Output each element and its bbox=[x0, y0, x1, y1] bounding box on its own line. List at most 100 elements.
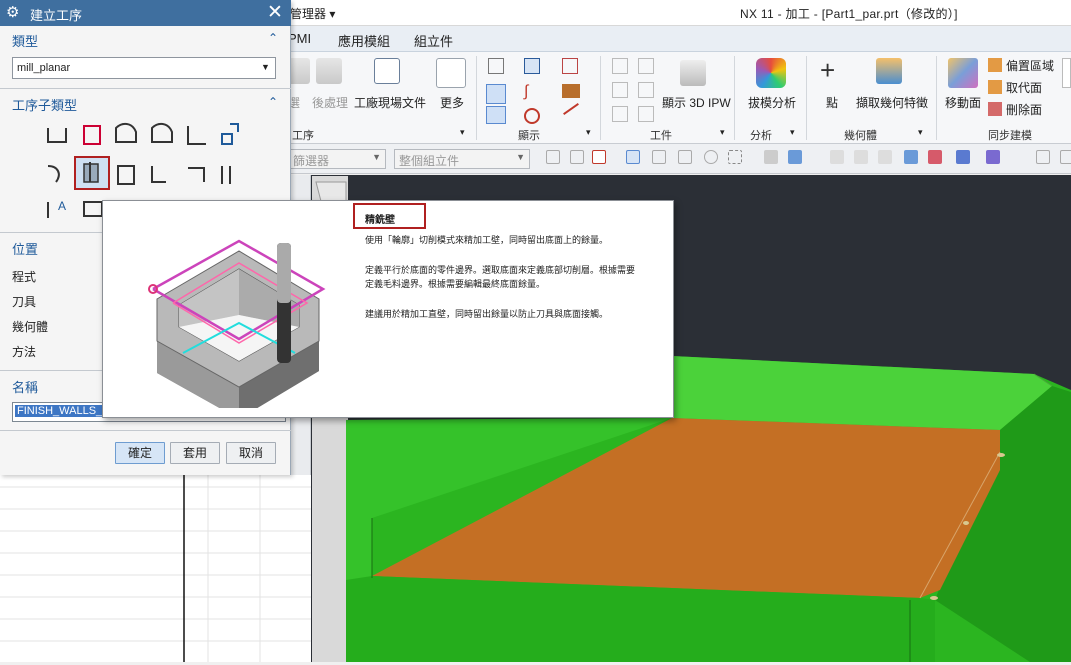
svg-text:A: A bbox=[58, 199, 66, 213]
workpiece-icon[interactable] bbox=[612, 58, 628, 74]
workpiece-icon[interactable] bbox=[612, 82, 628, 98]
tooltip-line-1: 使用「輪廓」切削模式來精加工壁，同時留出底面上的餘量。 bbox=[365, 235, 609, 245]
dropdown-arrow-icon[interactable]: ▼ bbox=[261, 62, 270, 72]
close-icon[interactable]: ✕ bbox=[267, 1, 283, 24]
axis-icon[interactable] bbox=[1036, 150, 1050, 164]
cancel-button[interactable]: 取消 bbox=[226, 442, 276, 464]
dialog-title: 建立工序 bbox=[30, 8, 83, 23]
path-icon[interactable] bbox=[562, 58, 578, 74]
program-label: 程式 bbox=[12, 270, 37, 284]
scope-filter-combo[interactable]: 整個組立件 ▼ bbox=[394, 149, 530, 169]
snap-icon[interactable] bbox=[704, 150, 718, 164]
more-icon[interactable] bbox=[436, 58, 466, 88]
render-cube-icon[interactable] bbox=[986, 150, 1000, 164]
offset-region-label[interactable]: 偏置區域 bbox=[1006, 57, 1054, 74]
hatch-icon[interactable] bbox=[486, 84, 506, 104]
point-plus-icon[interactable]: + bbox=[820, 57, 846, 84]
geometry-label: 幾何體 bbox=[12, 320, 49, 334]
shop-document-label[interactable]: 工廠現場文件 bbox=[354, 94, 426, 111]
replace-face-icon[interactable] bbox=[988, 80, 1002, 94]
draft-analysis-icon[interactable] bbox=[756, 58, 786, 88]
tab-assemblies[interactable]: 組立件 bbox=[414, 31, 453, 50]
type-filter-value: 篩選器 bbox=[293, 154, 330, 168]
render-cube-icon[interactable] bbox=[956, 150, 970, 164]
group-display: 顯示 bbox=[518, 130, 540, 142]
ipw-icon[interactable] bbox=[680, 60, 706, 86]
more-label[interactable]: 更多 bbox=[440, 94, 464, 111]
shop-document-icon[interactable] bbox=[374, 58, 400, 84]
offset-region-icon[interactable] bbox=[988, 58, 1002, 72]
subtype-tooltip: 精銑壁 使用「輪廓」切削模式來精加工壁，同時留出底面上的餘量。 定義平行於底面的… bbox=[102, 200, 674, 418]
render-cube-icon[interactable] bbox=[830, 150, 844, 164]
type-select[interactable]: mill_planar ▼ bbox=[12, 57, 276, 79]
chevron-down-icon[interactable]: ▾ bbox=[720, 127, 725, 138]
replace-face-label[interactable]: 取代面 bbox=[1006, 79, 1042, 96]
group-geometry: 幾何體 bbox=[844, 130, 877, 142]
workpiece-icon[interactable] bbox=[612, 106, 628, 122]
tooltip-title: 精銑壁 bbox=[365, 215, 395, 226]
chevron-down-icon[interactable]: ▾ bbox=[918, 127, 923, 138]
box-select-icon[interactable] bbox=[728, 150, 742, 164]
group-analysis: 分析 bbox=[750, 130, 772, 142]
render-cube-icon[interactable] bbox=[904, 150, 918, 164]
delete-face-icon[interactable] bbox=[988, 102, 1002, 116]
nav-manager-label[interactable]: 管理器 ▾ bbox=[290, 5, 335, 22]
type-select-value: mill_planar bbox=[17, 62, 71, 74]
move-face-icon[interactable] bbox=[948, 58, 978, 88]
chevron-down-icon[interactable]: ▾ bbox=[790, 127, 795, 138]
scope-filter-value: 整個組立件 bbox=[399, 154, 460, 168]
draft-analysis-label[interactable]: 拔模分析 bbox=[748, 94, 796, 111]
workpiece-icon[interactable] bbox=[638, 58, 654, 74]
select-plus-icon[interactable] bbox=[592, 150, 606, 164]
window-title: NX 11 - 加工 - [Part1_par.prt（修改的）] bbox=[740, 7, 958, 21]
divider bbox=[0, 88, 291, 89]
settings-gear-icon[interactable]: ⚙ bbox=[6, 3, 19, 21]
snap-icon[interactable] bbox=[570, 150, 584, 164]
position-section-header[interactable]: 位置 bbox=[12, 239, 38, 258]
render-cube-icon[interactable] bbox=[928, 150, 942, 164]
subtype-section-header[interactable]: 工序子類型 bbox=[12, 95, 77, 114]
workpiece-icon[interactable] bbox=[638, 106, 654, 122]
tool-icon[interactable] bbox=[562, 84, 580, 98]
snap-icon[interactable] bbox=[652, 150, 666, 164]
axis-icon[interactable] bbox=[1060, 150, 1071, 164]
extract-geometry-label[interactable]: 擷取幾何特徵 bbox=[856, 94, 928, 111]
type-filter-combo[interactable]: 篩選器 ▼ bbox=[288, 149, 386, 169]
delete-face-label[interactable]: 刪除面 bbox=[1006, 101, 1042, 118]
curve-icon[interactable]: ∫ bbox=[524, 84, 540, 100]
navigator-grid bbox=[0, 475, 311, 662]
ok-button[interactable]: 確定 bbox=[115, 442, 165, 464]
shaded-cube-icon[interactable] bbox=[788, 150, 802, 164]
display-option-icon[interactable] bbox=[488, 58, 504, 74]
extract-geometry-icon[interactable] bbox=[876, 58, 902, 84]
finish-walls-subtype-button[interactable] bbox=[74, 156, 110, 190]
line-icon[interactable] bbox=[563, 103, 579, 115]
tab-applications[interactable]: 應用模組 bbox=[338, 31, 390, 50]
chevron-up-icon[interactable]: ⌃ bbox=[268, 95, 278, 109]
move-face-label[interactable]: 移動面 bbox=[945, 94, 981, 111]
workpiece-icon[interactable] bbox=[638, 82, 654, 98]
point-label[interactable]: 點 bbox=[826, 94, 838, 111]
chevron-down-icon[interactable]: ▾ bbox=[586, 127, 591, 138]
render-cube-icon[interactable] bbox=[854, 150, 868, 164]
dialog-title-bar[interactable]: ⚙ 建立工序 ✕ bbox=[0, 0, 291, 26]
snap-icon[interactable] bbox=[678, 150, 692, 164]
tooltip-line-4: 建議用於精加工直壁，同時留出餘量以防止刀具與底面接觸。 bbox=[365, 309, 609, 319]
chevron-up-icon[interactable]: ⌃ bbox=[268, 31, 278, 45]
name-section-header[interactable]: 名稱 bbox=[12, 377, 38, 396]
render-cube-icon[interactable] bbox=[878, 150, 892, 164]
hatch-alt-icon[interactable] bbox=[486, 106, 506, 124]
cube-select-icon[interactable] bbox=[626, 150, 640, 164]
postprocess-icon[interactable] bbox=[316, 58, 342, 84]
apply-button[interactable]: 套用 bbox=[170, 442, 220, 464]
snap-icon[interactable] bbox=[546, 150, 560, 164]
ribbon-overflow[interactable] bbox=[1062, 58, 1071, 88]
tool-label: 刀具 bbox=[12, 295, 37, 309]
tab-pmi[interactable]: PMI bbox=[288, 31, 311, 46]
view-cube-icon[interactable] bbox=[764, 150, 778, 164]
chevron-down-icon[interactable]: ▾ bbox=[460, 127, 465, 138]
type-section-header[interactable]: 類型 bbox=[12, 31, 38, 50]
view-icon[interactable] bbox=[524, 58, 540, 74]
display-ipw-label[interactable]: 顯示 3D IPW bbox=[662, 94, 731, 111]
point-circle-icon[interactable] bbox=[524, 108, 540, 124]
